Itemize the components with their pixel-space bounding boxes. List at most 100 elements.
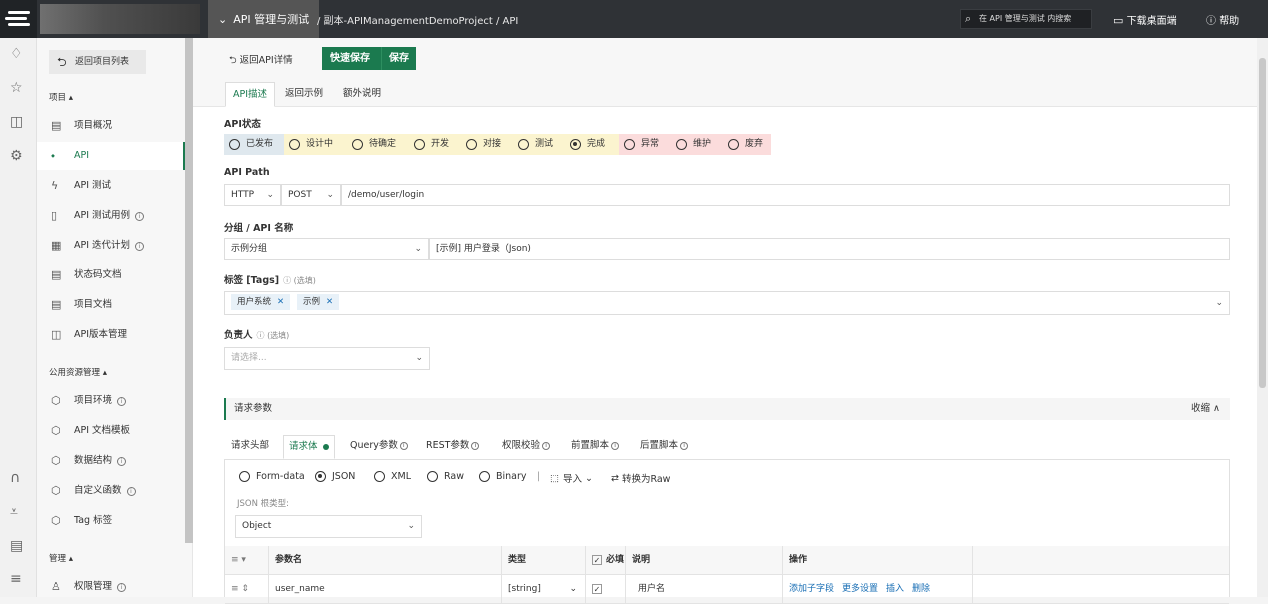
sidebar-item-tags[interactable]: ⬡ Tag 标签 <box>37 507 185 535</box>
format-binary[interactable]: Binary <box>479 471 527 482</box>
tab-headers[interactable]: 请求头部 <box>226 435 274 459</box>
tab-pre-script[interactable]: 前置脚本 i <box>566 435 624 459</box>
list-icon: ▤ <box>51 268 62 281</box>
sidebar-item-status-codes[interactable]: ▤ 状态码文档 <box>37 261 185 289</box>
sidebar-item-env[interactable]: ⬡ 项目环境 i <box>37 387 185 415</box>
tab-query[interactable]: Query参数 i <box>345 435 413 459</box>
section-public[interactable]: 公用资源管理 ▴ <box>49 366 107 378</box>
status-published[interactable]: 已发布 <box>224 134 284 155</box>
format-form-data[interactable]: Form-data <box>239 471 305 482</box>
insert-link[interactable]: 插入 <box>886 584 904 594</box>
check-icon[interactable]: ✓ <box>592 554 602 565</box>
status-done[interactable]: 完成 <box>565 134 619 155</box>
sidebar-item-versions[interactable]: ◫ API版本管理 <box>37 321 185 349</box>
main-panel: ⮌ 返回API详情 快速保存 保存 API描述 返回示例 额外说明 API状态 … <box>193 38 1257 604</box>
copy-icon: ◫ <box>51 328 62 341</box>
param-type-select[interactable]: [string] ⌄ <box>502 575 586 604</box>
sidebar-item-test-cases[interactable]: ▯ API 测试用例 i <box>37 202 185 230</box>
owner-select[interactable]: 请选择... ⌄ <box>224 347 430 370</box>
format-json[interactable]: JSON <box>315 471 355 482</box>
tab-auth[interactable]: 权限校验 i <box>497 435 555 459</box>
star-icon[interactable]: ☆ <box>10 80 23 96</box>
status-testing[interactable]: 测试 <box>513 134 565 155</box>
project-switcher[interactable]: ⌄ API 管理与测试 <box>208 0 320 38</box>
info-icon: i <box>117 457 127 466</box>
overview-icon: ▤ <box>51 119 62 132</box>
tab-extra-notes[interactable]: 额外说明 <box>336 82 388 107</box>
lightning-icon: ϟ <box>51 179 59 192</box>
info-icon: i <box>680 441 689 450</box>
tag-chip: 用户系统 ✕ <box>231 294 291 310</box>
tags-input[interactable]: 用户系统 ✕ 示例 ✕ ⌄ <box>224 291 1230 315</box>
info-icon: i <box>135 212 145 221</box>
tab-api-desc[interactable]: API描述 <box>225 82 276 107</box>
settings-icon[interactable]: ⚙ <box>10 148 23 164</box>
sidebar-item-overview[interactable]: ▤ 项目概况 <box>37 112 185 140</box>
collapse-button[interactable]: 收缩 ∧ <box>1191 398 1220 420</box>
headset-icon[interactable]: ∩ <box>10 470 20 486</box>
param-name-input[interactable]: user_name <box>269 575 502 604</box>
status-pending[interactable]: 待确定 <box>347 134 409 155</box>
sidebar-item-project-docs[interactable]: ▤ 项目文档 <box>37 291 185 319</box>
sidebar-item-doc-template[interactable]: ⬡ API 文档模板 <box>37 417 185 445</box>
save-button[interactable]: 保存 <box>381 47 416 70</box>
close-icon[interactable]: ✕ <box>277 294 284 310</box>
add-child-field-link[interactable]: 添加子字段 <box>789 584 834 594</box>
tab-post-script[interactable]: 后置脚本 i <box>635 435 693 459</box>
status-designing[interactable]: 设计中 <box>284 134 347 155</box>
format-raw[interactable]: Raw <box>427 471 464 482</box>
root-type-select[interactable]: Object ⌄ <box>235 515 422 538</box>
more-settings-link[interactable]: 更多设置 <box>842 584 878 594</box>
header-controls[interactable]: ≡ ▾ <box>225 546 269 575</box>
header-required: ✓ 必填 <box>586 546 626 575</box>
sidebar-scrollbar[interactable] <box>185 38 193 543</box>
status-developing[interactable]: 开发 <box>409 134 461 155</box>
param-required-checkbox[interactable]: ✓ <box>586 575 626 604</box>
sidebar-item-api[interactable]: ⬩ API <box>37 142 185 170</box>
convert-to-raw-button[interactable]: ⇄ 转换为Raw <box>611 471 670 486</box>
inbox-icon[interactable]: ◫ <box>10 114 23 130</box>
sidebar-item-functions[interactable]: ⬡ 自定义函数 i <box>37 477 185 505</box>
download-desktop-link[interactable]: ▭ 下载桌面端 <box>1113 12 1177 27</box>
delete-link[interactable]: 删除 <box>912 584 930 594</box>
section-project[interactable]: 项目 ▴ <box>49 91 73 103</box>
sidebar-item-api-test[interactable]: ϟ API 测试 <box>37 172 185 200</box>
tab-body[interactable]: 请求体 <box>283 435 335 459</box>
keyboard-icon[interactable]: ▤ <box>10 538 23 554</box>
method-select[interactable]: POST ⌄ <box>281 184 341 206</box>
notification-icon[interactable]: ♢ <box>10 46 23 62</box>
help-link[interactable]: ⓘ 帮助 <box>1206 12 1239 27</box>
api-name-input[interactable]: [示例] 用户登录（Json) <box>429 238 1230 260</box>
sidebar-item-data-structure[interactable]: ⬡ 数据结构 i <box>37 447 185 475</box>
cube-icon: ⬡ <box>51 424 61 437</box>
param-desc-input[interactable]: 用户名 <box>626 575 783 604</box>
sidebar: ⮌ 返回项目列表 项目 ▴ ▤ 项目概况 ⬩ API ϟ API 测试 ▯ API 测试… <box>37 38 193 597</box>
status-deprecated[interactable]: 废弃 <box>723 134 771 155</box>
row-controls[interactable]: ≡ ⇕ <box>225 575 269 604</box>
import-button[interactable]: ⬚ 导入 ⌄ <box>550 471 593 486</box>
main-scrollbar[interactable] <box>1257 38 1268 597</box>
back-to-projects-button[interactable]: ⮌ 返回项目列表 <box>49 50 146 74</box>
editor-header: ⮌ 返回API详情 快速保存 保存 API描述 返回示例 额外说明 <box>193 38 1257 107</box>
app-logo-icon[interactable] <box>0 0 37 38</box>
format-xml[interactable]: XML <box>374 471 411 482</box>
menu-icon[interactable]: ≡ <box>10 571 22 587</box>
status-integrating[interactable]: 对接 <box>461 134 513 155</box>
protocol-select[interactable]: HTTP ⌄ <box>224 184 281 206</box>
status-error[interactable]: 异常 <box>619 134 671 155</box>
download-icon[interactable]: ⩡ <box>10 504 18 520</box>
tab-return-example[interactable]: 返回示例 <box>278 82 330 107</box>
group-select[interactable]: 示例分组 ⌄ <box>224 238 429 260</box>
drag-handle-icon[interactable]: ≡ ⇕ <box>231 584 249 594</box>
api-path-input[interactable]: /demo/user/login <box>341 184 1230 206</box>
chevron-down-icon: ⌄ <box>415 353 423 363</box>
tab-rest[interactable]: REST参数 i <box>421 435 484 459</box>
section-manage[interactable]: 管理 ▴ <box>49 552 73 564</box>
status-maintenance[interactable]: 维护 <box>671 134 723 155</box>
chevron-down-icon: ⌄ <box>585 472 593 484</box>
sidebar-item-iteration[interactable]: ▦ API 迭代计划 i <box>37 232 185 260</box>
search-input[interactable]: ⌕ 在 API 管理与测试 内搜索 <box>960 9 1092 29</box>
close-icon[interactable]: ✕ <box>326 294 333 310</box>
info-icon: i <box>135 242 145 251</box>
back-to-api-detail-button[interactable]: ⮌ 返回API详情 <box>229 52 293 69</box>
